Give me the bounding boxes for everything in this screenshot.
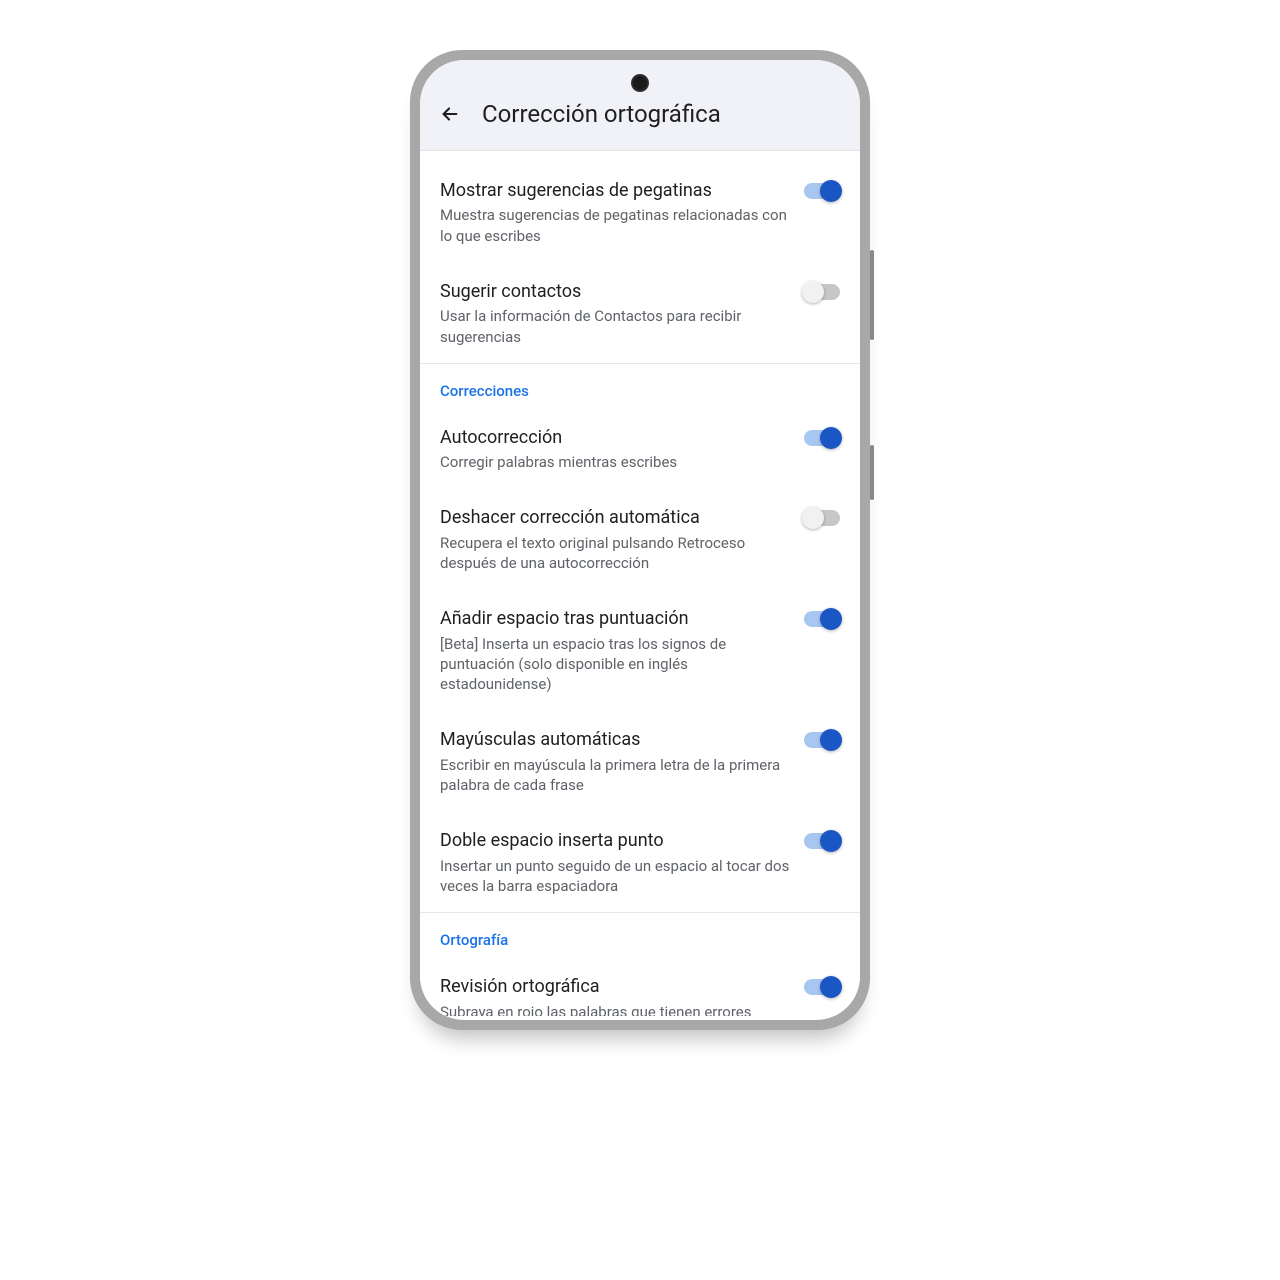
setting-text: Mostrar sugerencias de pegatinas Muestra …: [440, 179, 792, 246]
setting-description: [Beta] Inserta un espacio tras los signo…: [440, 634, 792, 695]
setting-description: Muestra sugerencias de pegatinas relacio…: [440, 205, 792, 246]
setting-title: Añadir espacio tras puntuación: [440, 607, 792, 630]
setting-row[interactable]: Doble espacio inserta punto Insertar un p…: [420, 811, 860, 912]
setting-text: Mayúsculas automáticas Escribir en mayúsc…: [440, 728, 792, 795]
toggle-switch[interactable]: [804, 979, 840, 995]
setting-title: Deshacer corrección automática: [440, 506, 792, 529]
setting-description: Recupera el texto original pulsando Retr…: [440, 533, 792, 574]
setting-title: Doble espacio inserta punto: [440, 829, 792, 852]
setting-row[interactable]: Deshacer corrección automática Recupera e…: [420, 488, 860, 589]
screen: Corrección ortográfica Mostrar sugerenci…: [420, 60, 860, 1020]
setting-title: Autocorrección: [440, 426, 792, 449]
toggle-thumb: [820, 427, 842, 449]
setting-title: Sugerir contactos: [440, 280, 792, 303]
toggle-thumb: [820, 608, 842, 630]
toggle-thumb: [802, 281, 824, 303]
setting-description: Escribir en mayúscula la primera letra d…: [440, 755, 792, 796]
settings-list[interactable]: Mostrar sugerencias de pegatinas Muestra …: [420, 151, 860, 1016]
toggle-thumb: [820, 830, 842, 852]
toggle-switch[interactable]: [804, 430, 840, 446]
setting-row[interactable]: Revisión ortográfica Subraya en rojo las …: [420, 957, 860, 1016]
setting-title: Mayúsculas automáticas: [440, 728, 792, 751]
setting-title: Revisión ortográfica: [440, 975, 792, 998]
toggle-switch[interactable]: [804, 183, 840, 199]
power-button: [870, 445, 874, 500]
volume-button: [870, 250, 874, 340]
setting-text: Doble espacio inserta punto Insertar un p…: [440, 829, 792, 896]
section-header: Ortografía: [420, 913, 860, 957]
setting-row[interactable]: Mayúsculas automáticas Escribir en mayúsc…: [420, 710, 860, 811]
setting-text: Revisión ortográfica Subraya en rojo las …: [440, 975, 792, 1016]
section-header: Correcciones: [420, 364, 860, 408]
setting-row[interactable]: Mostrar sugerencias de pegatinas Muestra …: [420, 161, 860, 262]
setting-description: Insertar un punto seguido de un espacio …: [440, 856, 792, 897]
toggle-thumb: [820, 180, 842, 202]
front-camera: [631, 74, 649, 92]
setting-description: Subraya en rojo las palabras que tienen …: [440, 1002, 792, 1016]
setting-description: Usar la información de Contactos para re…: [440, 306, 792, 347]
toggle-thumb: [802, 507, 824, 529]
setting-text: Sugerir contactos Usar la información de …: [440, 280, 792, 347]
toggle-switch[interactable]: [804, 833, 840, 849]
setting-row[interactable]: Autocorrección Corregir palabras mientras…: [420, 408, 860, 489]
toggle-thumb: [820, 729, 842, 751]
phone-frame: Corrección ortográfica Mostrar sugerenci…: [410, 50, 870, 1030]
setting-title: Mostrar sugerencias de pegatinas: [440, 179, 792, 202]
toggle-thumb: [820, 976, 842, 998]
page-title: Corrección ortográfica: [482, 100, 721, 128]
toggle-switch[interactable]: [804, 732, 840, 748]
toggle-switch[interactable]: [804, 284, 840, 300]
toggle-switch[interactable]: [804, 510, 840, 526]
back-icon[interactable]: [438, 102, 462, 126]
toggle-switch[interactable]: [804, 611, 840, 627]
setting-text: Deshacer corrección automática Recupera e…: [440, 506, 792, 573]
setting-row[interactable]: Añadir espacio tras puntuación [Beta] Ins…: [420, 589, 860, 710]
setting-text: Autocorrección Corregir palabras mientras…: [440, 426, 792, 473]
setting-description: Corregir palabras mientras escribes: [440, 452, 792, 472]
setting-row[interactable]: Sugerir contactos Usar la información de …: [420, 262, 860, 363]
setting-text: Añadir espacio tras puntuación [Beta] Ins…: [440, 607, 792, 694]
